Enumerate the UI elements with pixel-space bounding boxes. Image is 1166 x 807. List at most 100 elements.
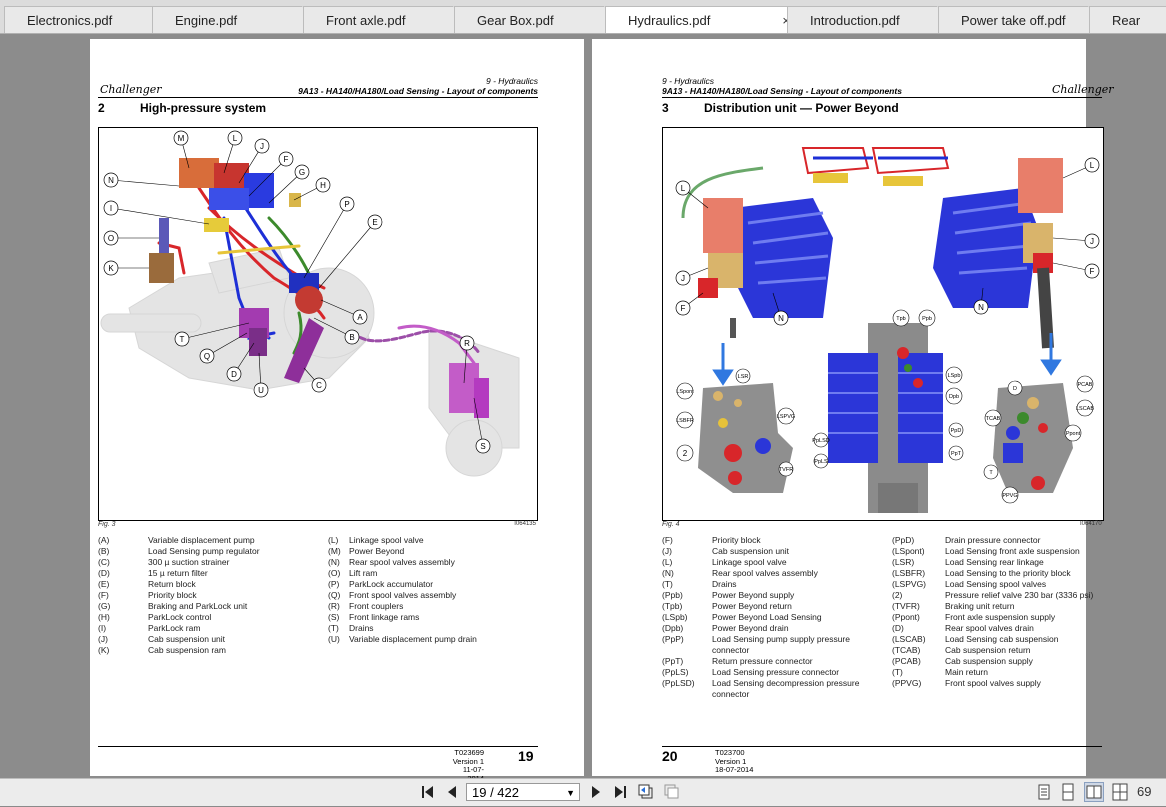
legend-value: Linkage spool valve bbox=[349, 535, 424, 545]
legend-column-2: (PpD) Drain pressure connector (LSpont) Lo… bbox=[892, 535, 1104, 689]
page-number-field[interactable]: 19 / 422 ▼ bbox=[466, 783, 580, 801]
callout-c: C bbox=[311, 377, 327, 393]
legend-value: Load Sensing to the priority block bbox=[945, 568, 1071, 578]
legend-key: (Dpb) bbox=[662, 623, 684, 633]
tab-label: Engine.pdf bbox=[175, 13, 238, 28]
page-19: Challenger 9 - Hydraulics 9A13 - HA140/H… bbox=[90, 39, 584, 782]
chevron-down-icon[interactable]: ▼ bbox=[566, 784, 575, 802]
legend-value: Rear spool valves assembly bbox=[349, 557, 455, 567]
challenger-logo: Challenger bbox=[100, 83, 162, 96]
callout-e: E bbox=[367, 214, 383, 230]
callout-label: N bbox=[108, 176, 114, 185]
legend-key: (Ppb) bbox=[662, 590, 683, 600]
tab-hydraulics[interactable]: Hydraulics.pdf × bbox=[605, 6, 799, 33]
callout-label: B bbox=[349, 333, 354, 342]
zoom-level[interactable]: 69 bbox=[1137, 784, 1151, 799]
legend-key: (Tpb) bbox=[662, 601, 683, 611]
tab-front-axle[interactable]: Front axle.pdf bbox=[303, 6, 467, 33]
callout-i: I bbox=[103, 200, 119, 216]
callout-label: LSBFR bbox=[676, 418, 694, 424]
document-viewer[interactable]: Challenger 9 - Hydraulics 9A13 - HA140/H… bbox=[0, 34, 1166, 782]
legend-value: Front spool valves supply bbox=[945, 678, 1041, 688]
callout-label: LSpont bbox=[676, 389, 694, 395]
callout-label: Q bbox=[204, 352, 210, 361]
legend-row: (PCAB) Cab suspension supply bbox=[892, 656, 1104, 667]
legend-value: Power Beyond drain bbox=[712, 623, 789, 633]
challenger-logo: Challenger bbox=[1052, 83, 1114, 96]
callout-label: L bbox=[681, 184, 686, 193]
callout-label: N bbox=[978, 303, 984, 312]
callout-n: N bbox=[103, 172, 119, 188]
callout-label: K bbox=[108, 264, 114, 273]
facing-pages-view-button[interactable] bbox=[1084, 782, 1104, 802]
legend-key: (B) bbox=[98, 546, 110, 556]
legend-key: (S) bbox=[328, 612, 340, 622]
callout-label: I bbox=[110, 204, 112, 213]
next-page-icon bbox=[592, 786, 600, 798]
legend-value: Lift ram bbox=[349, 568, 378, 578]
legend-row: (D) 15 µ return filter bbox=[98, 568, 318, 579]
tab-introduction[interactable]: Introduction.pdf bbox=[787, 6, 951, 33]
callout-label: LSPVG bbox=[777, 414, 795, 420]
callout-label: O bbox=[108, 234, 114, 243]
footer-rule bbox=[98, 746, 538, 747]
legend-value: 15 µ return filter bbox=[148, 568, 208, 578]
tab-rear-axle[interactable]: Rear AXle.pd bbox=[1089, 6, 1166, 33]
legend-key: (N) bbox=[662, 568, 674, 578]
legend-key: (R) bbox=[328, 601, 340, 611]
callout-o: O bbox=[103, 230, 119, 246]
callout-dpb: Dpb bbox=[945, 387, 963, 405]
back-view-button[interactable] bbox=[636, 782, 656, 802]
legend-key: (TCAB) bbox=[892, 645, 921, 655]
legend-value: Load Sensing decompression pressure conn… bbox=[712, 678, 860, 699]
single-page-view-button[interactable] bbox=[1034, 782, 1054, 802]
tab-label: Hydraulics.pdf bbox=[628, 13, 711, 28]
legend-value: Cab suspension ram bbox=[148, 645, 226, 655]
callout-label: T bbox=[180, 335, 185, 344]
legend-row: (J) Cab suspension unit bbox=[98, 634, 318, 645]
callout-label: PpD bbox=[951, 428, 962, 434]
continuous-facing-view-button[interactable] bbox=[1110, 782, 1130, 802]
legend-row: (T) Drains bbox=[328, 623, 538, 634]
continuous-view-button[interactable] bbox=[1058, 782, 1078, 802]
callout-tcab: TCAB bbox=[984, 409, 1002, 427]
tab-electronics[interactable]: Electronics.pdf bbox=[4, 6, 166, 33]
legend-key: (LSR) bbox=[892, 557, 915, 567]
last-page-button[interactable] bbox=[610, 782, 630, 802]
legend-value: Cab suspension unit bbox=[148, 634, 226, 644]
callout-d: D bbox=[226, 366, 242, 382]
next-page-button[interactable] bbox=[586, 782, 606, 802]
tab-power-take-off[interactable]: Power take off.pdf bbox=[938, 6, 1102, 33]
tab-label: Gear Box.pdf bbox=[477, 13, 554, 28]
callout-t: T bbox=[174, 331, 190, 347]
callout-label: D bbox=[231, 370, 237, 379]
callout-label: L bbox=[1090, 161, 1095, 170]
legend-row: (T) Main return bbox=[892, 667, 1104, 678]
legend-row: (N) Rear spool valves assembly bbox=[662, 568, 872, 579]
callout-label: LSCAB bbox=[1076, 406, 1094, 412]
callout-lspb: LSpb bbox=[945, 366, 963, 384]
callout-label: PCAB bbox=[1078, 382, 1093, 388]
continuous-facing-icon bbox=[1112, 783, 1128, 801]
previous-page-button[interactable] bbox=[442, 782, 462, 802]
forward-view-button[interactable] bbox=[662, 782, 682, 802]
legend-key: (F) bbox=[662, 535, 673, 545]
legend-key: (LSCAB) bbox=[892, 634, 926, 644]
callout-g: G bbox=[294, 164, 310, 180]
figure-code: I064170 bbox=[1080, 521, 1102, 527]
legend-row: (E) Return block bbox=[98, 579, 318, 590]
callout-tpb: Tpb bbox=[892, 309, 910, 327]
tab-engine[interactable]: Engine.pdf bbox=[152, 6, 316, 33]
callout-lsbfr: LSBFR bbox=[676, 411, 694, 429]
callout-label: E bbox=[372, 218, 377, 227]
legend-value: Load Sensing front axle suspension bbox=[945, 546, 1080, 556]
legend-row: (H) ParkLock control bbox=[98, 612, 318, 623]
first-page-button[interactable] bbox=[418, 782, 438, 802]
tab-gear-box[interactable]: Gear Box.pdf bbox=[454, 6, 618, 33]
legend-key: (2) bbox=[892, 590, 903, 600]
legend-key: (E) bbox=[98, 579, 110, 589]
legend-row: (O) Lift ram bbox=[328, 568, 538, 579]
legend-row: (L) Linkage spool valve bbox=[662, 557, 872, 568]
legend-key: (PPVG) bbox=[892, 678, 922, 688]
last-page-icon bbox=[615, 786, 626, 798]
